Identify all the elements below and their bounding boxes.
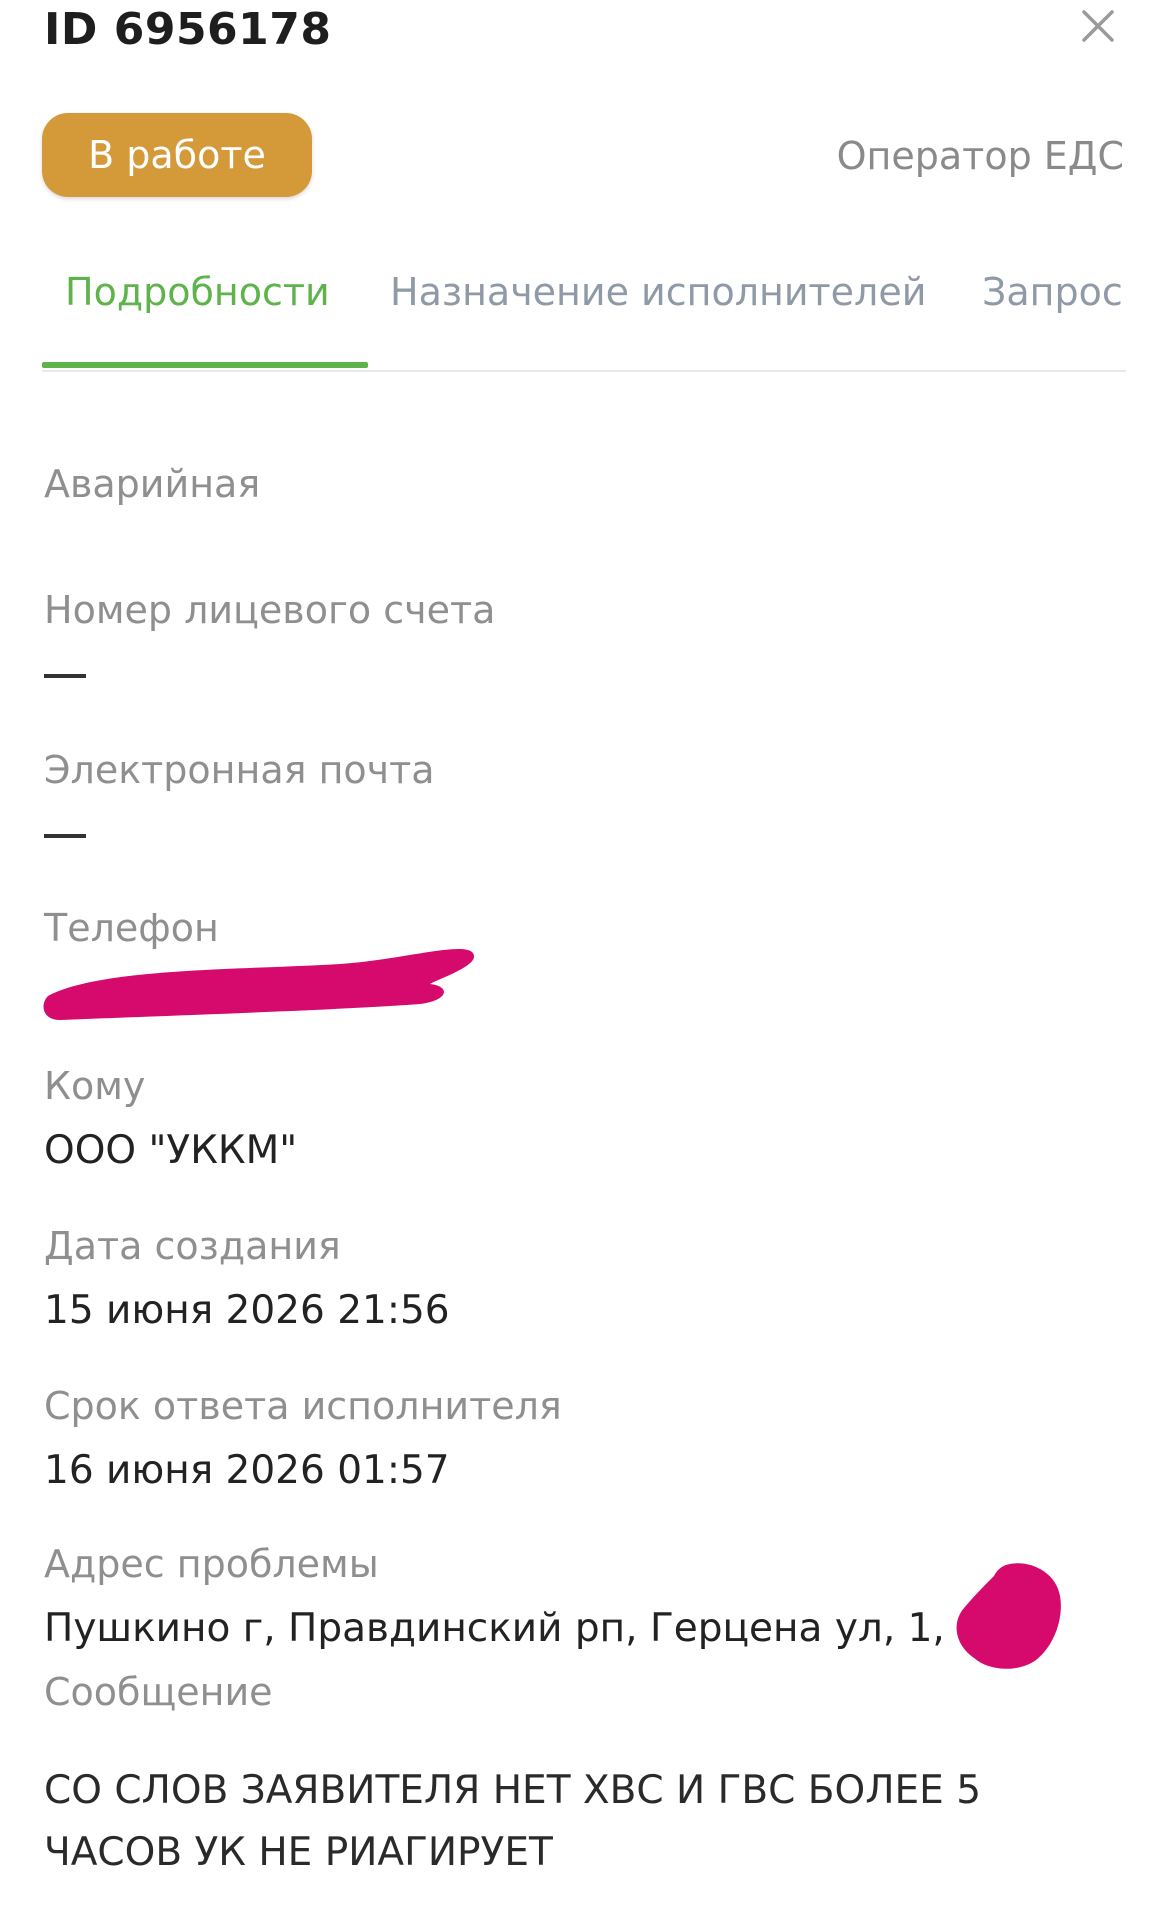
recipient-value: ООО "УККМ" — [44, 1128, 298, 1173]
request-id-title: ID 6956178 — [44, 4, 332, 55]
created-date-value: 15 июня 2026 21:56 — [44, 1288, 450, 1333]
operator-label: Оператор ЕДС — [836, 134, 1124, 178]
email-label: Электронная почта — [44, 748, 435, 792]
tab-assign-executors[interactable]: Назначение исполнителей — [390, 270, 926, 314]
deadline-value: 16 июня 2026 01:57 — [44, 1448, 450, 1493]
address-redaction-mark — [956, 1563, 1061, 1669]
request-details-panel: ID 6956178 В работе Оператор ЕДС Подробн… — [0, 0, 1168, 1920]
email-empty — [44, 834, 86, 838]
close-button[interactable] — [1074, 2, 1122, 50]
status-badge: В работе — [42, 113, 312, 197]
close-icon — [1082, 10, 1114, 42]
account-number-empty — [44, 674, 86, 678]
deadline-label: Срок ответа исполнителя — [44, 1384, 562, 1428]
created-date-label: Дата создания — [44, 1224, 341, 1268]
account-number-label: Номер лицевого счета — [44, 588, 496, 632]
message-text: СО СЛОВ ЗАЯВИТЕЛЯ НЕТ ХВС И ГВС БОЛЕЕ 5 … — [44, 1768, 982, 1875]
phone-redaction-mark — [43, 949, 475, 1020]
category-label: Аварийная — [44, 462, 261, 506]
active-tab-indicator — [42, 362, 368, 368]
address-label: Адрес проблемы — [44, 1542, 379, 1586]
address-value: Пушкино г, Правдинский рп, Герцена ул, 1… — [44, 1606, 1004, 1651]
tab-details[interactable]: Подробности — [65, 270, 330, 314]
tab-request[interactable]: Запрос — [982, 270, 1123, 314]
message-label: Сообщение — [44, 1670, 273, 1714]
recipient-label: Кому — [44, 1064, 146, 1108]
tab-bar: Подробности Назначение исполнителей Запр… — [42, 262, 1126, 372]
